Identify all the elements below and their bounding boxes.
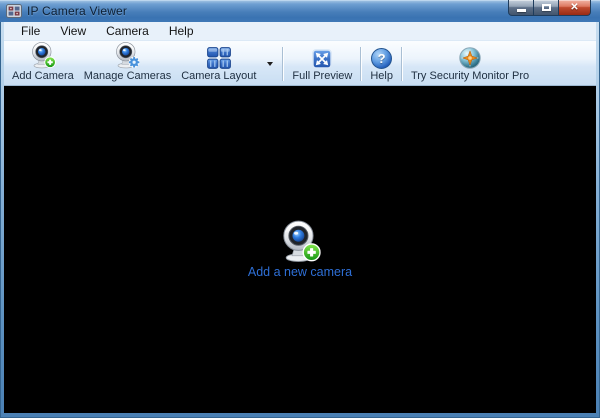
help-button[interactable]: ? Help <box>365 43 398 85</box>
manage-cameras-button[interactable]: Manage Cameras <box>79 40 176 85</box>
app-grid-icon <box>6 4 22 18</box>
toolbar-separator <box>282 47 284 81</box>
webcam-plus-icon <box>30 40 56 70</box>
camera-layout-button[interactable]: Camera Layout <box>176 43 261 85</box>
window-title: IP Camera Viewer <box>27 4 128 18</box>
menu-help[interactable]: Help <box>159 23 204 40</box>
menu-file[interactable]: File <box>11 23 50 40</box>
menu-bar: File View Camera Help <box>4 22 596 41</box>
help-label: Help <box>370 70 393 82</box>
camera-layout-label: Camera Layout <box>181 70 257 82</box>
try-security-monitor-pro-label: Try Security Monitor Pro <box>410 70 530 82</box>
add-new-camera-link[interactable]: Add a new camera <box>248 217 352 279</box>
manage-cameras-label: Manage Cameras <box>83 70 172 82</box>
toolbar: Add Camera Manage Cameras Camera Layout … <box>4 41 596 86</box>
toolbar-separator <box>360 47 362 81</box>
add-new-camera-label[interactable]: Add a new camera <box>248 265 352 279</box>
minimize-icon <box>516 8 526 12</box>
menu-view[interactable]: View <box>50 23 96 40</box>
chevron-down-icon <box>267 62 274 66</box>
window-controls: ✕ <box>508 0 591 16</box>
expand-arrows-icon <box>312 44 333 70</box>
question-mark-icon: ? <box>371 44 393 70</box>
camera-layout-dropdown[interactable] <box>261 43 279 85</box>
minimize-button[interactable] <box>508 0 534 16</box>
window-body: File View Camera Help Add Camera Manage … <box>4 22 596 413</box>
add-camera-label: Add Camera <box>12 70 74 82</box>
toolbar-separator <box>400 47 402 81</box>
app-window: IP Camera Viewer ✕ File View Camera Help… <box>0 0 600 418</box>
maximize-button[interactable] <box>533 0 559 16</box>
menu-camera[interactable]: Camera <box>96 23 159 40</box>
full-preview-label: Full Preview <box>292 70 353 82</box>
maximize-icon <box>541 4 551 11</box>
webcam-gear-icon <box>114 40 141 70</box>
try-security-monitor-pro-button[interactable]: Try Security Monitor Pro <box>406 43 534 85</box>
compass-star-icon <box>459 44 481 70</box>
full-preview-button[interactable]: Full Preview <box>287 43 357 85</box>
add-camera-button[interactable]: Add Camera <box>7 40 79 85</box>
close-icon: ✕ <box>570 1 579 13</box>
grid-layout-icon <box>206 44 231 70</box>
camera-view-area: Add a new camera <box>4 86 596 413</box>
webcam-plus-icon <box>282 220 321 262</box>
close-button[interactable]: ✕ <box>558 0 591 16</box>
